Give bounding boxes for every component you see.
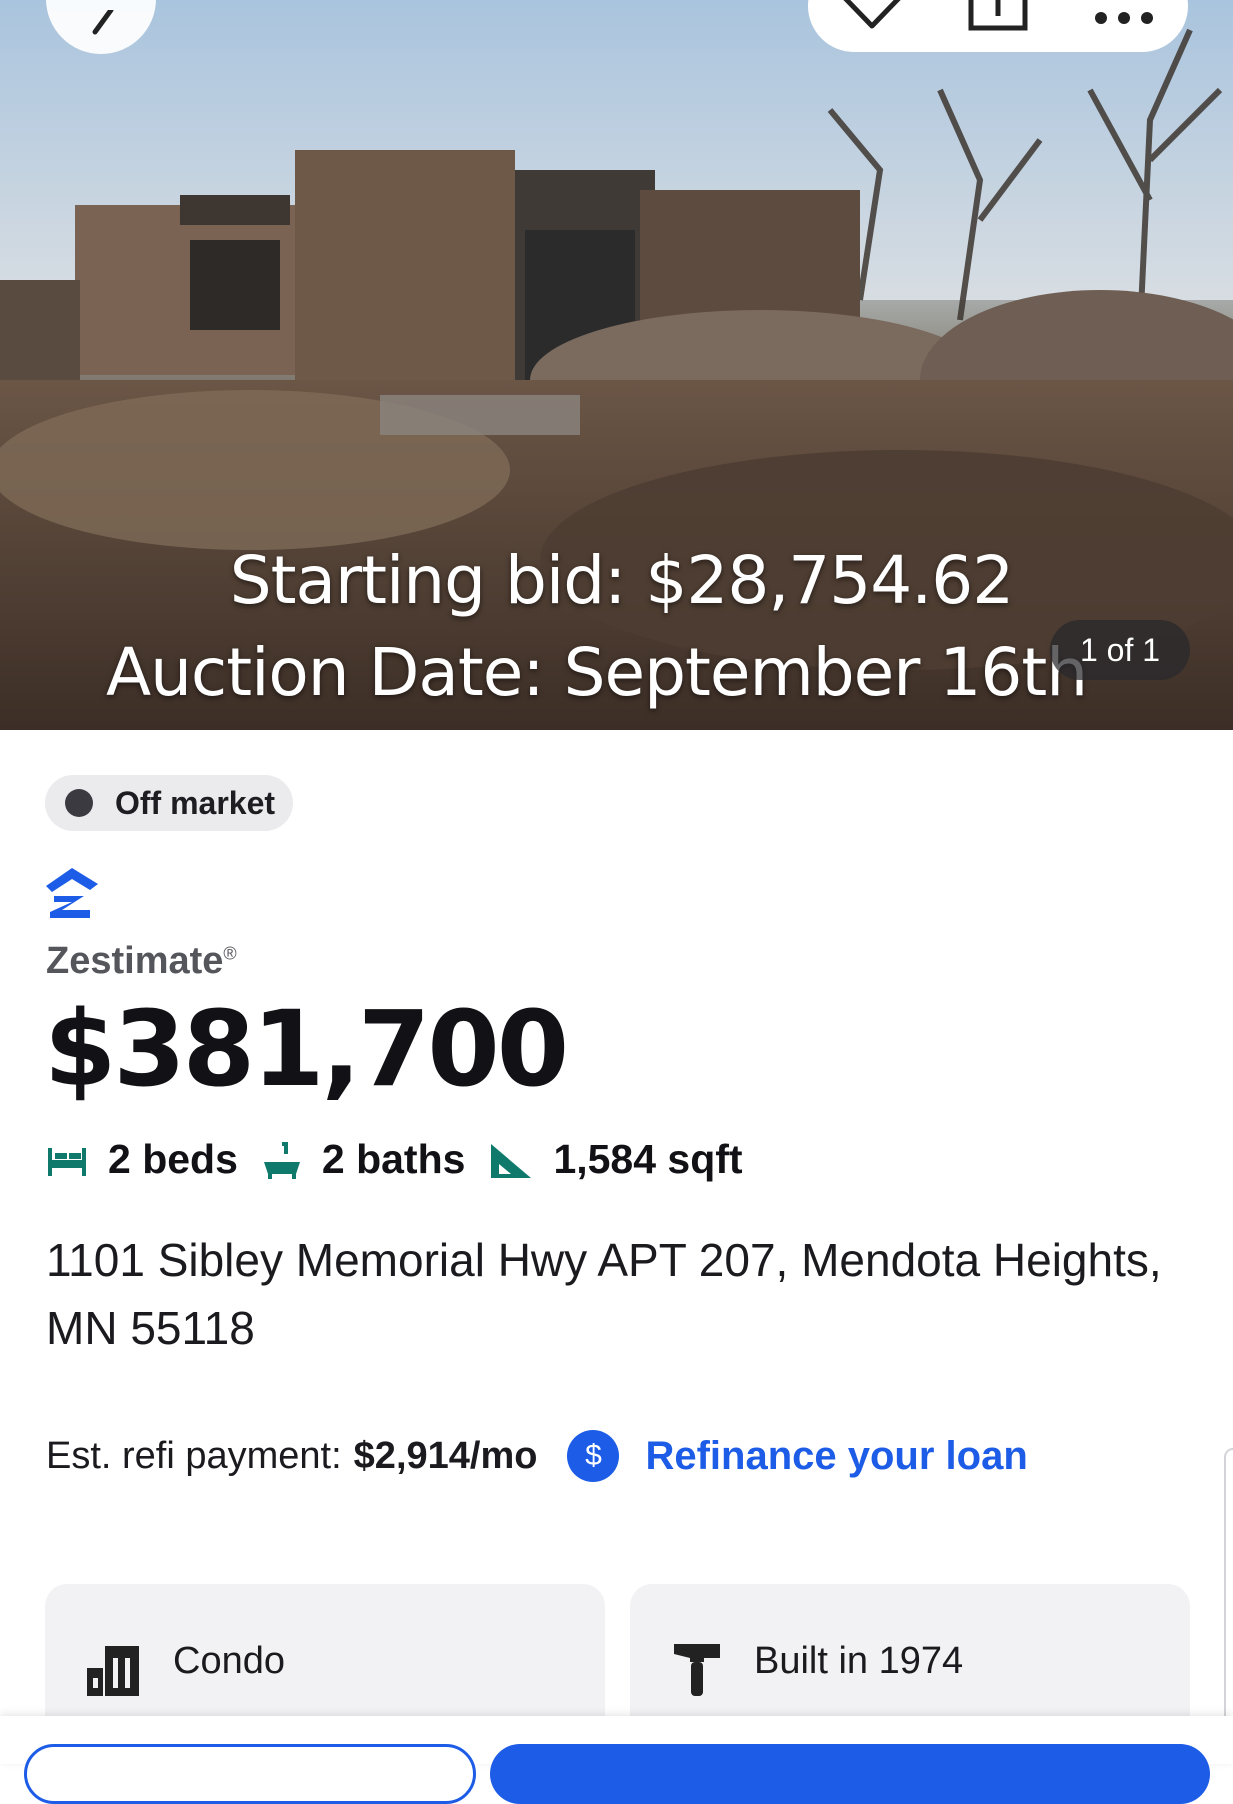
zestimate-label[interactable]: Zestimate® [46,940,237,983]
starting-bid-overlay: Starting bid: $28,754.62 [229,542,1015,619]
refinance-link[interactable]: Refinance your loan [645,1434,1027,1479]
home-facts: 2 beds 2 baths 1,584 sqft [46,1136,767,1183]
property-address: 1101 Sibley Memorial Hwy APT 207, Mendot… [46,1234,1162,1354]
bathtub-icon [263,1141,300,1179]
auction-date-overlay: Auction Date: September 16th [105,634,1088,711]
refi-label: Est. refi payment: [46,1434,342,1477]
refi-row: Est. refi payment: $2,914/mo $ Refinance… [46,1430,1028,1482]
share-icon[interactable] [967,0,1029,32]
status-badge: Off market [45,775,294,831]
zillow-logo-icon [46,868,98,918]
photo-count-badge: 1 of 1 [1050,620,1190,680]
sqft-fact: 1,584 sqft [489,1136,743,1183]
heart-icon[interactable] [839,0,905,32]
year-built-text: Built in 1974 [754,1640,964,1682]
refi-amount: $2,914/mo [353,1434,538,1477]
chevron-left-icon [92,10,114,35]
dollar-circle-icon: $ [567,1430,620,1482]
status-label: Off market [115,784,276,821]
registered-mark: ® [223,943,237,964]
beds-fact: 2 beds [46,1136,238,1183]
baths-fact: 2 baths [262,1136,466,1183]
primary-action-button[interactable] [490,1744,1210,1804]
baths-text: 2 baths [321,1136,466,1182]
hammer-icon [674,1644,720,1696]
zestimate-label-text: Zestimate [46,940,224,982]
home-type-text: Condo [173,1640,285,1682]
zestimate-value: $381,700 [44,988,569,1110]
building-icon [87,1646,139,1696]
status-dot-icon [65,789,93,817]
ruler-triangle-icon [491,1143,532,1178]
property-photo[interactable]: Starting bid: $28,754.62 Auction Date: S… [0,0,1233,730]
property-photo-scene [0,0,1233,730]
bed-icon [48,1147,86,1176]
photo-actions [808,0,1188,52]
secondary-action-button[interactable] [24,1744,476,1804]
beds-text: 2 beds [108,1136,238,1182]
more-icon[interactable] [1091,12,1157,32]
sqft-text: 1,584 sqft [553,1136,743,1182]
